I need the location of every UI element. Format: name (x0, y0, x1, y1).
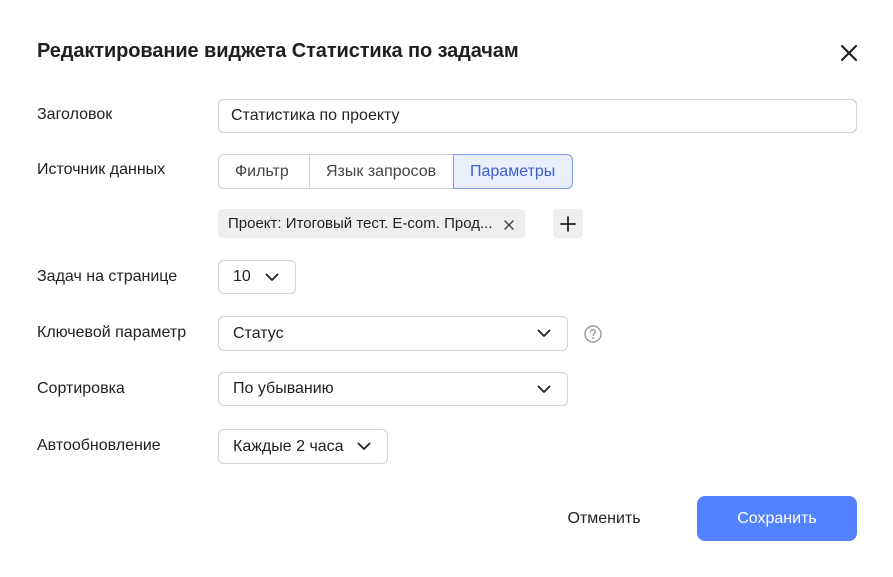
cancel-button[interactable]: Отменить (548, 497, 660, 541)
filter-chip: Проект: Итоговый тест. E-com. Прод... (218, 209, 525, 238)
close-icon (840, 44, 858, 62)
source-field-label: Источник данных (37, 161, 166, 178)
title-field-label: Заголовок (37, 106, 113, 123)
source-tabs: Фильтр Язык запросов Параметры (218, 154, 573, 189)
title-input-value: Статистика по проекту (231, 107, 400, 124)
sort-select[interactable]: По убыванию (218, 372, 568, 406)
edit-widget-dialog: Редактирование виджета Статистика по зад… (0, 0, 893, 577)
chip-remove-button[interactable] (503, 218, 515, 230)
tab-filter[interactable]: Фильтр (218, 154, 309, 189)
per-page-select[interactable]: 10 (218, 260, 296, 294)
title-input[interactable]: Статистика по проекту (218, 99, 857, 133)
help-button[interactable] (584, 325, 602, 343)
close-icon (503, 219, 514, 230)
chevron-down-icon (537, 329, 551, 337)
key-param-label: Ключевой параметр (37, 324, 187, 341)
save-button[interactable]: Сохранить (697, 496, 857, 541)
add-parameter-button[interactable] (553, 209, 583, 238)
filter-chip-label: Проект: Итоговый тест. E-com. Прод... (228, 215, 493, 232)
refresh-label: Автообновление (37, 437, 161, 454)
per-page-label: Задач на странице (37, 268, 178, 285)
sort-label: Сортировка (37, 380, 125, 397)
key-param-value: Статус (233, 324, 284, 342)
refresh-select[interactable]: Каждые 2 часа (218, 429, 388, 464)
tab-parameters[interactable]: Параметры (453, 154, 573, 189)
per-page-value: 10 (233, 268, 251, 285)
key-param-select[interactable]: Статус (218, 316, 568, 351)
refresh-value: Каждые 2 часа (233, 437, 344, 455)
chevron-down-icon (357, 442, 371, 450)
chevron-down-icon (265, 273, 279, 281)
chevron-down-icon (537, 385, 551, 393)
sort-value: По убыванию (233, 380, 334, 397)
tab-query-language[interactable]: Язык запросов (309, 154, 453, 189)
dialog-title: Редактирование виджета Статистика по зад… (37, 40, 519, 62)
plus-icon (560, 215, 576, 232)
close-button[interactable] (836, 40, 862, 66)
question-circle-icon (584, 325, 602, 343)
